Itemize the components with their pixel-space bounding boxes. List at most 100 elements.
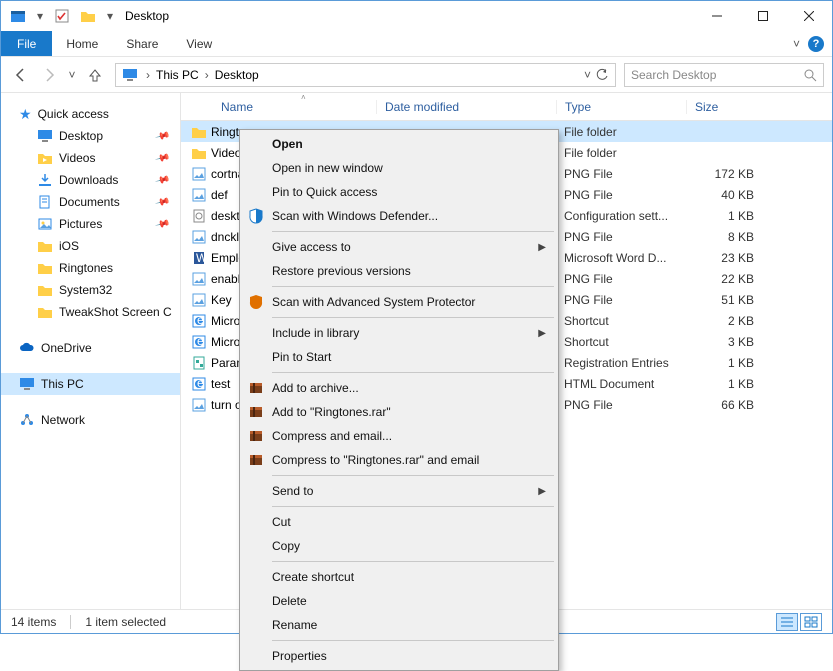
star-icon: ★ bbox=[19, 106, 32, 123]
status-selection-count: 1 item selected bbox=[85, 615, 166, 629]
asp-icon bbox=[247, 293, 265, 311]
png-icon bbox=[191, 271, 207, 287]
menu-item[interactable]: Pin to Start bbox=[242, 345, 556, 369]
pin-icon: 📌 bbox=[154, 194, 170, 210]
menu-item[interactable]: Send to▶ bbox=[242, 479, 556, 503]
sidebar-item[interactable]: Downloads📌 bbox=[1, 169, 180, 191]
menu-item[interactable]: Pin to Quick access bbox=[242, 180, 556, 204]
close-button[interactable] bbox=[786, 1, 832, 31]
folder-icon bbox=[191, 145, 207, 161]
nav-onedrive[interactable]: OneDrive bbox=[1, 337, 180, 359]
ribbon-tab-home[interactable]: Home bbox=[52, 31, 112, 56]
sidebar-item[interactable]: Documents📌 bbox=[1, 191, 180, 213]
nav-recent-dropdown[interactable]: ˅ bbox=[65, 63, 79, 87]
menu-item[interactable]: Open in new window bbox=[242, 156, 556, 180]
svg-text:e: e bbox=[197, 376, 204, 390]
column-header-name[interactable]: Name bbox=[181, 100, 376, 114]
folder-icon bbox=[37, 238, 53, 254]
pin-icon: 📌 bbox=[154, 172, 170, 188]
png-icon bbox=[191, 397, 207, 413]
qat-properties-icon[interactable] bbox=[51, 5, 73, 27]
nav-this-pc[interactable]: This PC bbox=[1, 373, 180, 395]
qat-app-icon[interactable] bbox=[7, 5, 29, 27]
network-icon bbox=[19, 412, 35, 428]
shortcut-icon: e bbox=[191, 313, 207, 329]
cloud-icon bbox=[19, 340, 35, 356]
menu-item[interactable]: Cut bbox=[242, 510, 556, 534]
rar-icon bbox=[247, 451, 265, 469]
ini-icon bbox=[191, 208, 207, 224]
context-menu: OpenOpen in new windowPin to Quick acces… bbox=[239, 129, 559, 671]
maximize-button[interactable] bbox=[740, 1, 786, 31]
ribbon-tabs: File Home Share View ˅ ? bbox=[1, 31, 832, 57]
navigation-pane: ★ Quick access Desktop📌Videos📌Downloads📌… bbox=[1, 93, 181, 609]
nav-forward-button[interactable] bbox=[37, 63, 61, 87]
breadcrumb-segment[interactable]: Desktop bbox=[211, 68, 263, 82]
menu-item[interactable]: Scan with Windows Defender... bbox=[242, 204, 556, 228]
sidebar-item[interactable]: Desktop📌 bbox=[1, 125, 180, 147]
menu-separator bbox=[272, 372, 554, 373]
menu-item[interactable]: Add to "Ringtones.rar" bbox=[242, 400, 556, 424]
view-details-button[interactable] bbox=[776, 613, 798, 631]
chevron-right-icon[interactable]: › bbox=[203, 68, 211, 82]
window-controls bbox=[694, 1, 832, 31]
breadcrumb-segment[interactable]: This PC bbox=[152, 68, 203, 82]
chevron-right-icon[interactable]: › bbox=[144, 68, 152, 82]
sidebar-item[interactable]: Ringtones bbox=[1, 257, 180, 279]
nav-quick-access[interactable]: ★ Quick access bbox=[1, 103, 180, 125]
nav-up-button[interactable] bbox=[83, 63, 107, 87]
sidebar-item[interactable]: System32 bbox=[1, 279, 180, 301]
menu-item[interactable]: Include in library▶ bbox=[242, 321, 556, 345]
titlebar: ▾ ▾ Desktop bbox=[1, 1, 832, 31]
nav-back-button[interactable] bbox=[9, 63, 33, 87]
qat-dropdown-icon[interactable]: ▾ bbox=[103, 5, 117, 27]
search-input[interactable]: Search Desktop bbox=[624, 63, 824, 87]
sidebar-item[interactable]: iOS bbox=[1, 235, 180, 257]
svg-text:e: e bbox=[197, 334, 204, 348]
menu-item[interactable]: Rename bbox=[242, 613, 556, 637]
ribbon-collapse-icon[interactable]: ˅ bbox=[793, 37, 800, 51]
menu-item[interactable]: Compress and email... bbox=[242, 424, 556, 448]
minimize-button[interactable] bbox=[694, 1, 740, 31]
column-header-type[interactable]: Type bbox=[556, 100, 686, 114]
refresh-icon[interactable] bbox=[595, 68, 609, 82]
pc-icon bbox=[19, 376, 35, 392]
sidebar-item[interactable]: TweakShot Screen C bbox=[1, 301, 180, 323]
sidebar-item[interactable]: Pictures📌 bbox=[1, 213, 180, 235]
search-icon bbox=[803, 68, 817, 82]
ribbon-file-tab[interactable]: File bbox=[1, 31, 52, 56]
menu-item[interactable]: Properties bbox=[242, 644, 556, 668]
defender-icon bbox=[247, 207, 265, 225]
menu-item[interactable]: Restore previous versions bbox=[242, 259, 556, 283]
ribbon-tab-share[interactable]: Share bbox=[112, 31, 172, 56]
view-thumbnails-button[interactable] bbox=[800, 613, 822, 631]
sidebar-item[interactable]: Videos📌 bbox=[1, 147, 180, 169]
column-headers: ˄ Name Date modified Type Size bbox=[181, 93, 832, 121]
menu-item[interactable]: Delete bbox=[242, 589, 556, 613]
help-icon[interactable]: ? bbox=[808, 36, 824, 52]
chevron-right-icon: ▶ bbox=[538, 242, 546, 253]
menu-item[interactable]: Copy bbox=[242, 534, 556, 558]
menu-item[interactable]: Open bbox=[242, 132, 556, 156]
nav-network[interactable]: Network bbox=[1, 409, 180, 431]
qat-app-dropdown[interactable]: ▾ bbox=[33, 5, 47, 27]
chevron-right-icon: ▶ bbox=[538, 328, 546, 339]
menu-item[interactable]: Give access to▶ bbox=[242, 235, 556, 259]
sort-indicator-icon: ˄ bbox=[301, 93, 306, 102]
menu-item[interactable]: Compress to "Ringtones.rar" and email bbox=[242, 448, 556, 472]
quick-access-toolbar: ▾ ▾ bbox=[1, 1, 117, 31]
menu-item[interactable]: Scan with Advanced System Protector bbox=[242, 290, 556, 314]
rar-icon bbox=[247, 403, 265, 421]
ribbon-tab-view[interactable]: View bbox=[172, 31, 226, 56]
pin-icon: 📌 bbox=[154, 216, 170, 232]
breadcrumb[interactable]: › This PC › Desktop ˅ bbox=[115, 63, 616, 87]
menu-item[interactable]: Create shortcut bbox=[242, 565, 556, 589]
column-header-size[interactable]: Size bbox=[686, 100, 766, 114]
folder-icon bbox=[37, 282, 53, 298]
docx-icon: W bbox=[191, 250, 207, 266]
breadcrumb-dropdown-icon[interactable]: ˅ bbox=[584, 68, 591, 82]
menu-item[interactable]: Add to archive... bbox=[242, 376, 556, 400]
column-header-date[interactable]: Date modified bbox=[376, 100, 556, 114]
qat-folder-icon[interactable] bbox=[77, 5, 99, 27]
menu-separator bbox=[272, 475, 554, 476]
